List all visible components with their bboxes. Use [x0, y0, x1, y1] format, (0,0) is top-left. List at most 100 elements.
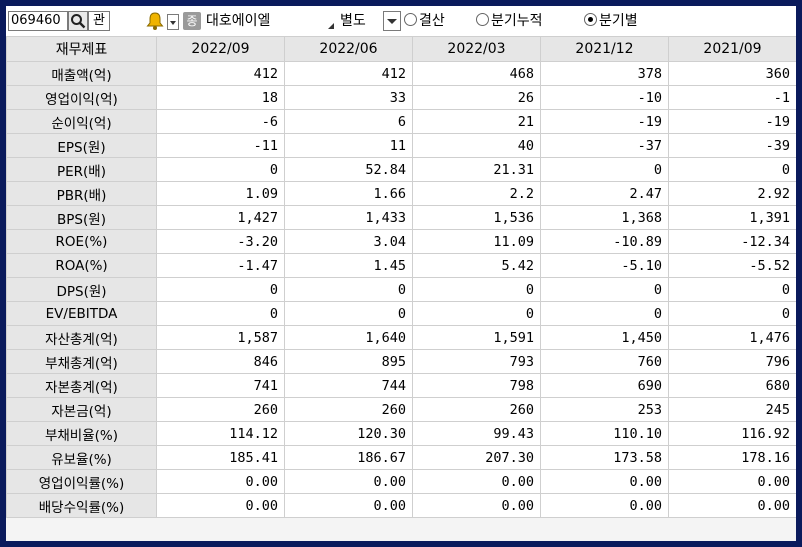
- table-cell: 0: [668, 301, 796, 326]
- table-cell: 21: [412, 109, 541, 134]
- table-cell: 1,587: [156, 325, 285, 350]
- table-cell: 1.45: [284, 253, 413, 278]
- table-cell: -12.34: [668, 229, 796, 254]
- radio-quarterly-label: 분기별: [599, 13, 638, 29]
- table-cell: 1.66: [284, 181, 413, 206]
- table-cell: 6: [284, 109, 413, 134]
- table-cell: 1.09: [156, 181, 285, 206]
- table-cell: 0.00: [412, 493, 541, 518]
- table-cell: 0: [412, 277, 541, 302]
- table-cell: 895: [284, 349, 413, 374]
- alert-button[interactable]: [144, 11, 166, 31]
- table-cell: 207.30: [412, 445, 541, 470]
- statement-type-dropdown[interactable]: [383, 11, 401, 31]
- statement-type-select[interactable]: 별도: [340, 11, 380, 31]
- table-cell: 680: [668, 373, 796, 398]
- table-row[interactable]: EPS(원) -11 11 40 -37 -39: [6, 133, 796, 158]
- table-row[interactable]: 순이익(억) -6 6 21 -19 -19: [6, 109, 796, 134]
- row-label: EPS(원): [6, 133, 157, 158]
- column-header[interactable]: 2021/12: [540, 36, 669, 62]
- row-label: 부채총계(억): [6, 349, 157, 374]
- table-cell: 11: [284, 133, 413, 158]
- table-cell: 1,591: [412, 325, 541, 350]
- company-name-field[interactable]: 대호에이엘: [202, 11, 336, 31]
- table-cell: 378: [540, 61, 669, 86]
- row-label: ROA(%): [6, 253, 157, 278]
- table-cell: 760: [540, 349, 669, 374]
- table-cell: -1.47: [156, 253, 285, 278]
- radio-annual[interactable]: 결산: [404, 11, 445, 31]
- row-label: 영업이익(억): [6, 85, 157, 110]
- table-cell: 0: [668, 277, 796, 302]
- alert-dropdown[interactable]: [167, 14, 179, 30]
- financial-summary-window: 069460 관 종 대호에이엘 별도 결산 분기누적 분기별 재무제표 202…: [6, 6, 796, 541]
- financial-table: 재무제표 2022/09 2022/06 2022/03 2021/12 202…: [6, 36, 796, 518]
- table-row[interactable]: 자본금(억) 260 260 260 253 245: [6, 397, 796, 422]
- table-cell: 11.09: [412, 229, 541, 254]
- table-cell: 690: [540, 373, 669, 398]
- table-cell: 260: [284, 397, 413, 422]
- table-cell: 0: [284, 301, 413, 326]
- table-cell: -10.89: [540, 229, 669, 254]
- table-cell: 0.00: [540, 469, 669, 494]
- table-cell: 0: [412, 301, 541, 326]
- table-cell: 0.00: [540, 493, 669, 518]
- table-cell: -39: [668, 133, 796, 158]
- column-header[interactable]: 2022/03: [412, 36, 541, 62]
- table-row[interactable]: 영업이익률(%) 0.00 0.00 0.00 0.00 0.00: [6, 469, 796, 494]
- column-header[interactable]: 2022/09: [156, 36, 285, 62]
- table-row[interactable]: 영업이익(억) 18 33 26 -10 -1: [6, 85, 796, 110]
- column-header[interactable]: 2021/09: [668, 36, 796, 62]
- table-cell: 0: [540, 277, 669, 302]
- table-cell: 741: [156, 373, 285, 398]
- search-button[interactable]: [68, 11, 88, 31]
- table-row[interactable]: ROE(%) -3.20 3.04 11.09 -10.89 -12.34: [6, 229, 796, 254]
- table-cell: 1,450: [540, 325, 669, 350]
- table-row[interactable]: 부채총계(억) 846 895 793 760 796: [6, 349, 796, 374]
- table-cell: 798: [412, 373, 541, 398]
- table-cell: 99.43: [412, 421, 541, 446]
- table-cell: 360: [668, 61, 796, 86]
- table-cell: 0: [540, 157, 669, 182]
- row-label: BPS(원): [6, 205, 157, 230]
- table-cell: 0: [540, 301, 669, 326]
- table-cell: 2.92: [668, 181, 796, 206]
- row-label: 부채비율(%): [6, 421, 157, 446]
- table-row[interactable]: 자산총계(억) 1,587 1,640 1,591 1,450 1,476: [6, 325, 796, 350]
- watchlist-dropdown[interactable]: 관: [88, 11, 110, 31]
- table-row[interactable]: 자본총계(억) 741 744 798 690 680: [6, 373, 796, 398]
- table-row[interactable]: 배당수익률(%) 0.00 0.00 0.00 0.00 0.00: [6, 493, 796, 518]
- table-cell: 1,640: [284, 325, 413, 350]
- radio-quarter-cumulative[interactable]: 분기누적: [476, 11, 543, 31]
- table-row[interactable]: BPS(원) 1,427 1,433 1,536 1,368 1,391: [6, 205, 796, 230]
- table-row[interactable]: 매출액(억) 412 412 468 378 360: [6, 61, 796, 86]
- table-cell: -6: [156, 109, 285, 134]
- table-cell: 2.47: [540, 181, 669, 206]
- table-row[interactable]: EV/EBITDA 0 0 0 0 0: [6, 301, 796, 326]
- table-cell: 40: [412, 133, 541, 158]
- search-icon: [71, 14, 86, 29]
- corner-header: 재무제표: [6, 36, 157, 62]
- column-header[interactable]: 2022/06: [284, 36, 413, 62]
- stock-code-input[interactable]: 069460: [8, 11, 68, 31]
- table-row[interactable]: PBR(배) 1.09 1.66 2.2 2.47 2.92: [6, 181, 796, 206]
- table-row[interactable]: PER(배) 0 52.84 21.31 0 0: [6, 157, 796, 182]
- table-cell: 1,368: [540, 205, 669, 230]
- radio-quarterly[interactable]: 분기별: [584, 11, 638, 31]
- chevron-down-icon: [170, 21, 176, 25]
- resize-corner-icon: [328, 23, 334, 29]
- table-row[interactable]: DPS(원) 0 0 0 0 0: [6, 277, 796, 302]
- table-cell: 18: [156, 85, 285, 110]
- table-cell: 173.58: [540, 445, 669, 470]
- table-header-row: 재무제표 2022/09 2022/06 2022/03 2021/12 202…: [6, 36, 796, 62]
- table-row[interactable]: 유보율(%) 185.41 186.67 207.30 173.58 178.16: [6, 445, 796, 470]
- table-cell: 412: [156, 61, 285, 86]
- table-cell: -37: [540, 133, 669, 158]
- table-row[interactable]: ROA(%) -1.47 1.45 5.42 -5.10 -5.52: [6, 253, 796, 278]
- table-cell: -19: [540, 109, 669, 134]
- bell-icon: [146, 12, 164, 30]
- table-row[interactable]: 부채비율(%) 114.12 120.30 99.43 110.10 116.92: [6, 421, 796, 446]
- row-label: PBR(배): [6, 181, 157, 206]
- row-label: 매출액(억): [6, 61, 157, 86]
- table-cell: 0.00: [156, 469, 285, 494]
